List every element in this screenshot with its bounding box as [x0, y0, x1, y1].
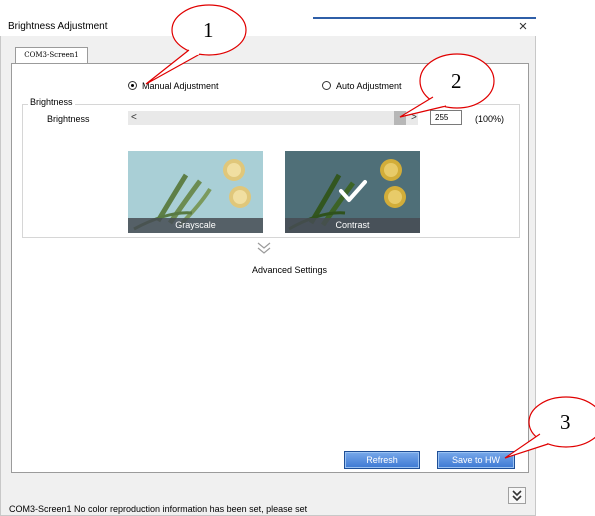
callout-1-number: 1: [203, 18, 214, 42]
callout-3: [504, 396, 595, 459]
callout-2-number: 2: [451, 69, 462, 93]
callout-annotations: [145, 4, 595, 459]
callout-1: [145, 4, 247, 85]
callout-3-number: 3: [560, 410, 571, 434]
callout-2: [399, 53, 495, 118]
